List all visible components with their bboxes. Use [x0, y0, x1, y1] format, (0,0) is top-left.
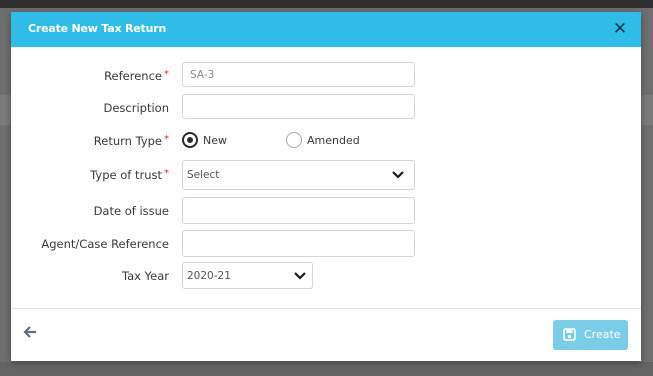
tax-year-row: Tax Year 2020-21 — [11, 262, 641, 290]
reference-input[interactable] — [182, 62, 415, 87]
tax-year-value: 2020-21 — [187, 270, 231, 282]
type-of-trust-label: Type of trust * — [90, 168, 169, 182]
return-type-radio-group: New Amended — [182, 132, 422, 152]
type-of-trust-value: Select — [187, 169, 220, 181]
type-of-trust-select[interactable]: Select — [182, 160, 415, 190]
return-type-row: Return Type * New Amended — [11, 128, 641, 156]
reference-label: Reference * — [104, 69, 169, 83]
required-marker: * — [164, 69, 169, 80]
backdrop-top — [0, 0, 653, 8]
date-of-issue-input[interactable] — [182, 197, 415, 224]
close-icon[interactable]: ✕ — [611, 19, 629, 39]
required-marker: * — [164, 168, 169, 179]
chevron-down-icon — [392, 171, 404, 179]
date-of-issue-row: Date of issue — [11, 197, 641, 225]
chevron-down-icon — [294, 272, 306, 280]
arrow-left-icon[interactable] — [23, 325, 37, 339]
create-button[interactable]: Create — [553, 320, 628, 350]
required-marker: * — [164, 134, 169, 145]
backdrop-bottom — [0, 362, 653, 376]
return-type-label: Return Type * — [93, 134, 169, 148]
reference-row: Reference * — [11, 62, 641, 90]
description-label: Description — [103, 101, 170, 115]
create-tax-return-modal: Create New Tax Return ✕ Reference* Descr… — [11, 12, 641, 361]
agent-case-reference-label: Agent/Case Reference — [41, 237, 169, 251]
create-button-label: Create — [584, 328, 621, 341]
description-row: Description — [11, 94, 641, 122]
radio-unchecked-icon — [286, 132, 302, 148]
radio-label-amended: Amended — [307, 134, 360, 147]
modal-footer: Create — [11, 308, 641, 362]
radio-label-new: New — [203, 134, 227, 147]
type-of-trust-row: Type of trust * Select — [11, 160, 641, 192]
save-icon — [563, 328, 576, 341]
agent-case-reference-row: Agent/Case Reference — [11, 230, 641, 258]
radio-checked-icon — [182, 132, 198, 148]
tax-year-label: Tax Year — [122, 269, 169, 283]
tax-year-select[interactable]: 2020-21 — [182, 262, 313, 289]
modal-title: Create New Tax Return — [28, 22, 167, 35]
date-of-issue-label: Date of issue — [93, 204, 169, 218]
description-input[interactable] — [182, 94, 415, 119]
modal-header: Create New Tax Return ✕ — [11, 12, 641, 47]
agent-case-reference-input[interactable] — [182, 230, 415, 257]
